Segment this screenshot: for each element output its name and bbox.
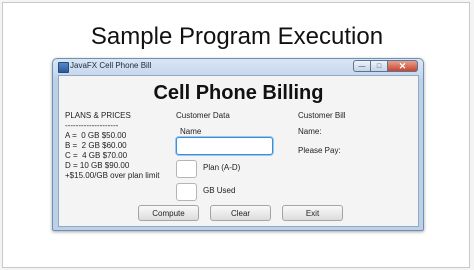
- app-heading: Cell Phone Billing: [153, 82, 324, 104]
- plan-item-a: A = 0 GB $50.00: [65, 131, 127, 140]
- plan-input[interactable]: [176, 160, 197, 178]
- plan-overage-note: +$15.00/GB over plan limit: [65, 171, 160, 180]
- clear-button[interactable]: Clear: [210, 205, 271, 221]
- gb-used-input[interactable]: [176, 183, 197, 201]
- plan-item-b: B = 2 GB $60.00: [65, 141, 127, 150]
- name-input[interactable]: [176, 137, 273, 155]
- plan-label: Plan (A-D): [203, 163, 241, 172]
- window-title: JavaFX Cell Phone Bill: [70, 61, 152, 70]
- app-window: JavaFX Cell Phone Bill — □ ✕ Cell Phone …: [52, 58, 424, 231]
- gb-used-label: GB Used: [203, 186, 236, 195]
- name-label: Name: [180, 127, 202, 136]
- exit-button[interactable]: Exit: [282, 205, 343, 221]
- plans-header: PLANS & PRICES: [65, 111, 131, 120]
- plans-panel: PLANS & PRICES -------------------- A = …: [65, 111, 160, 181]
- please-pay-label: Please Pay:: [298, 146, 341, 155]
- maximize-button[interactable]: □: [371, 60, 388, 72]
- app-icon: [58, 62, 69, 73]
- customer-bill-header: Customer Bill: [298, 111, 346, 120]
- window-content: Cell Phone Billing PLANS & PRICES ------…: [58, 75, 419, 227]
- plan-item-d: D = 10 GB $90.00: [65, 161, 130, 170]
- close-button[interactable]: ✕: [388, 60, 418, 72]
- minimize-button[interactable]: —: [353, 60, 371, 72]
- window-titlebar[interactable]: JavaFX Cell Phone Bill — □ ✕: [53, 59, 423, 75]
- bill-name-label: Name:: [298, 127, 322, 136]
- slide-title: Sample Program Execution: [90, 23, 384, 50]
- compute-button[interactable]: Compute: [138, 205, 199, 221]
- plan-item-c: C = 4 GB $70.00: [65, 151, 128, 160]
- customer-data-header: Customer Data: [176, 111, 230, 120]
- plans-divider: --------------------: [65, 121, 119, 130]
- window-controls: — □ ✕: [353, 60, 418, 73]
